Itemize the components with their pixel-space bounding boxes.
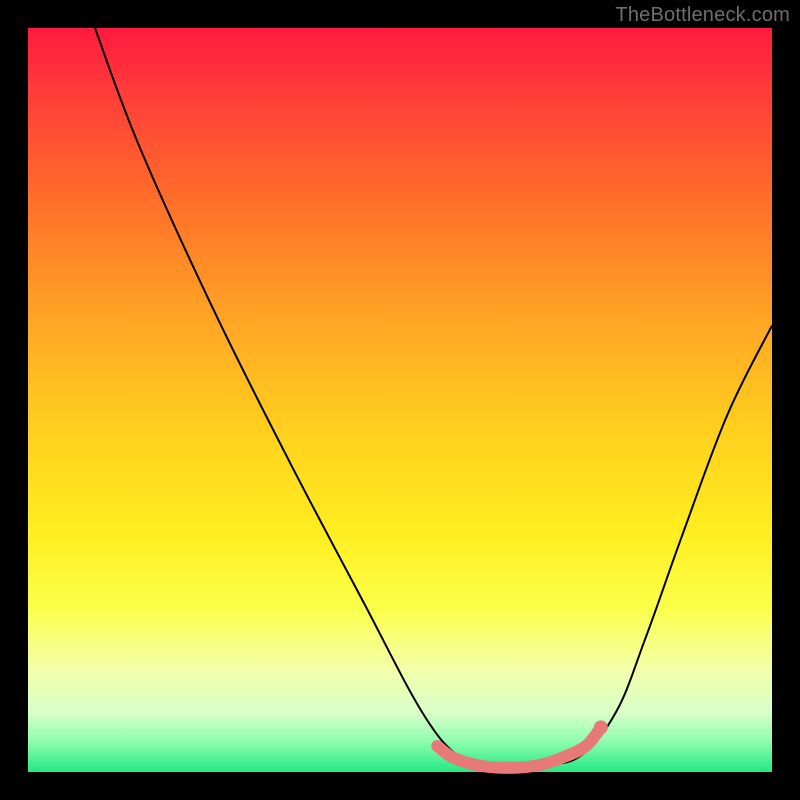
chart-svg — [28, 28, 772, 772]
watermark-text: TheBottleneck.com — [615, 4, 790, 27]
flat-end-dot — [594, 720, 608, 734]
optimal-flat-segment — [437, 727, 601, 768]
bottleneck-curve — [95, 28, 772, 766]
